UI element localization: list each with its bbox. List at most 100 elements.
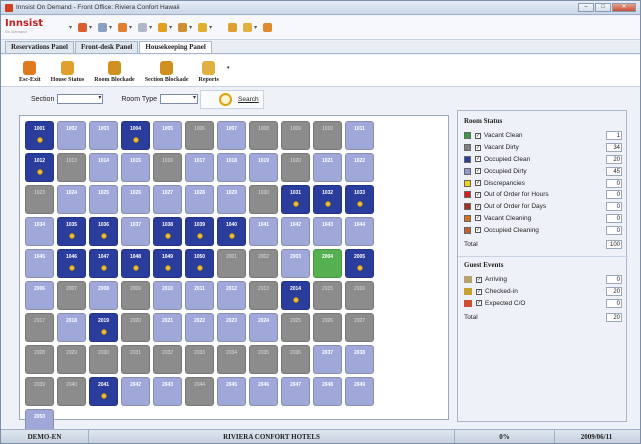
room-tile[interactable]: 1035	[57, 217, 86, 246]
room-tile[interactable]: 1016	[153, 153, 182, 182]
room-tile[interactable]: 2044	[185, 377, 214, 406]
room-tile[interactable]: 1007	[217, 121, 246, 150]
room-tile[interactable]: 1014	[89, 153, 118, 182]
room-tile[interactable]: 2040	[57, 377, 86, 406]
room-tile[interactable]: 1050	[185, 249, 214, 278]
room-tile[interactable]: 2001	[217, 249, 246, 278]
room-tile[interactable]: 2039	[25, 377, 54, 406]
status-checkbox[interactable]: ✓	[475, 215, 481, 222]
quick-tool-5[interactable]: ▾	[158, 23, 172, 32]
room-tile[interactable]: 2037	[313, 345, 342, 374]
room-tile[interactable]: 2033	[185, 345, 214, 374]
esc-exit-button[interactable]: Esc-Exit	[19, 61, 41, 86]
room-tile[interactable]: 1028	[185, 185, 214, 214]
room-tile[interactable]: 1049	[153, 249, 182, 278]
event-checkbox[interactable]: ✓	[476, 276, 482, 283]
room-tile[interactable]: 2012	[217, 281, 246, 310]
room-tile[interactable]: 1031	[281, 185, 310, 214]
tab-front-desk-panel[interactable]: Front-desk Panel	[74, 41, 139, 53]
room-tile[interactable]: 2004	[313, 249, 342, 278]
room-tile[interactable]: 2042	[121, 377, 150, 406]
room-tile[interactable]: 1041	[249, 217, 278, 246]
room-tile[interactable]: 1034	[25, 217, 54, 246]
room-tile[interactable]: 2008	[89, 281, 118, 310]
room-tile[interactable]: 2031	[121, 345, 150, 374]
room-tile[interactable]: 2017	[25, 313, 54, 342]
room-tile[interactable]: 2045	[217, 377, 246, 406]
room-tile[interactable]: 1021	[313, 153, 342, 182]
room-tile[interactable]: 1019	[249, 153, 278, 182]
status-checkbox[interactable]: ✓	[475, 168, 481, 175]
room-tile[interactable]: 1030	[249, 185, 278, 214]
room-tile[interactable]: 1036	[89, 217, 118, 246]
event-checkbox[interactable]: ✓	[476, 300, 482, 307]
room-tile[interactable]: 2022	[185, 313, 214, 342]
room-tile[interactable]: 1010	[313, 121, 342, 150]
room-tile[interactable]: 2028	[25, 345, 54, 374]
room-tile[interactable]: 1004	[121, 121, 150, 150]
room-tile[interactable]: 1022	[345, 153, 374, 182]
room-tile[interactable]: 1040	[217, 217, 246, 246]
room-tile[interactable]: 2032	[153, 345, 182, 374]
room-tile[interactable]: 1005	[153, 121, 182, 150]
room-tile[interactable]: 1029	[217, 185, 246, 214]
status-checkbox[interactable]: ✓	[475, 203, 481, 210]
room-tile[interactable]: 1027	[153, 185, 182, 214]
room-tile[interactable]: 2035	[249, 345, 278, 374]
status-checkbox[interactable]: ✓	[475, 227, 481, 234]
quick-tool-3[interactable]: ▾	[118, 23, 132, 32]
room-tile[interactable]: 2011	[185, 281, 214, 310]
tab-housekeeping-panel[interactable]: Housekeeping Panel	[139, 41, 212, 53]
maximize-button[interactable]: □	[595, 3, 611, 12]
room-tile[interactable]: 1025	[89, 185, 118, 214]
reports-button[interactable]: Reports	[199, 61, 219, 86]
status-checkbox[interactable]: ✓	[475, 180, 481, 187]
room-tile[interactable]: 1047	[89, 249, 118, 278]
room-tile[interactable]: 2010	[153, 281, 182, 310]
room-tile[interactable]: 1044	[345, 217, 374, 246]
room-tile[interactable]: 2030	[89, 345, 118, 374]
room-tile[interactable]: 1026	[121, 185, 150, 214]
room-tile[interactable]: 2029	[57, 345, 86, 374]
room-tile[interactable]: 1024	[57, 185, 86, 214]
room-tile[interactable]: 1032	[313, 185, 342, 214]
room-tile[interactable]: 2027	[345, 313, 374, 342]
room-tile[interactable]: 2021	[153, 313, 182, 342]
room-tile[interactable]: 2046	[249, 377, 278, 406]
room-tile[interactable]: 2003	[281, 249, 310, 278]
room-tile[interactable]: 1003	[89, 121, 118, 150]
section-blockade-button[interactable]: Section Blockade	[145, 61, 189, 86]
room-tile[interactable]: 2019	[89, 313, 118, 342]
quick-tool-2[interactable]: ▾	[98, 23, 112, 32]
close-button[interactable]: ✕	[612, 3, 636, 12]
status-checkbox[interactable]: ✓	[475, 156, 481, 163]
search-button[interactable]: Search	[200, 89, 264, 109]
room-tile[interactable]: 1033	[345, 185, 374, 214]
room-tile[interactable]: 2014	[281, 281, 310, 310]
tab-reservations-panel[interactable]: Reservations Panel	[5, 41, 74, 53]
room-tile[interactable]: 2007	[57, 281, 86, 310]
room-tile[interactable]: 1006	[185, 121, 214, 150]
room-tile[interactable]: 1048	[121, 249, 150, 278]
room-tile[interactable]: 1023	[25, 185, 54, 214]
room-tile[interactable]: 2020	[121, 313, 150, 342]
room-tile[interactable]: 1042	[281, 217, 310, 246]
room-tile[interactable]: 2013	[249, 281, 278, 310]
room-tile[interactable]: 2047	[281, 377, 310, 406]
quick-menu-dropdown[interactable]: ▾	[67, 24, 72, 31]
room-tile[interactable]: 1038	[153, 217, 182, 246]
room-tile[interactable]: 1001	[25, 121, 54, 150]
quick-tool-4[interactable]: ▾	[138, 23, 152, 32]
room-tile[interactable]: 1037	[121, 217, 150, 246]
room-tile[interactable]: 1017	[185, 153, 214, 182]
quick-tool-7[interactable]: ▾	[198, 23, 212, 32]
room-tile[interactable]: 2036	[281, 345, 310, 374]
room-tile[interactable]: 1039	[185, 217, 214, 246]
room-tile[interactable]: 2018	[57, 313, 86, 342]
room-tile[interactable]: 1043	[313, 217, 342, 246]
room-tile[interactable]: 2041	[89, 377, 118, 406]
room-tile[interactable]: 2016	[345, 281, 374, 310]
room-tile[interactable]: 2025	[281, 313, 310, 342]
section-select[interactable]	[57, 94, 104, 104]
room-tile[interactable]: 2038	[345, 345, 374, 374]
